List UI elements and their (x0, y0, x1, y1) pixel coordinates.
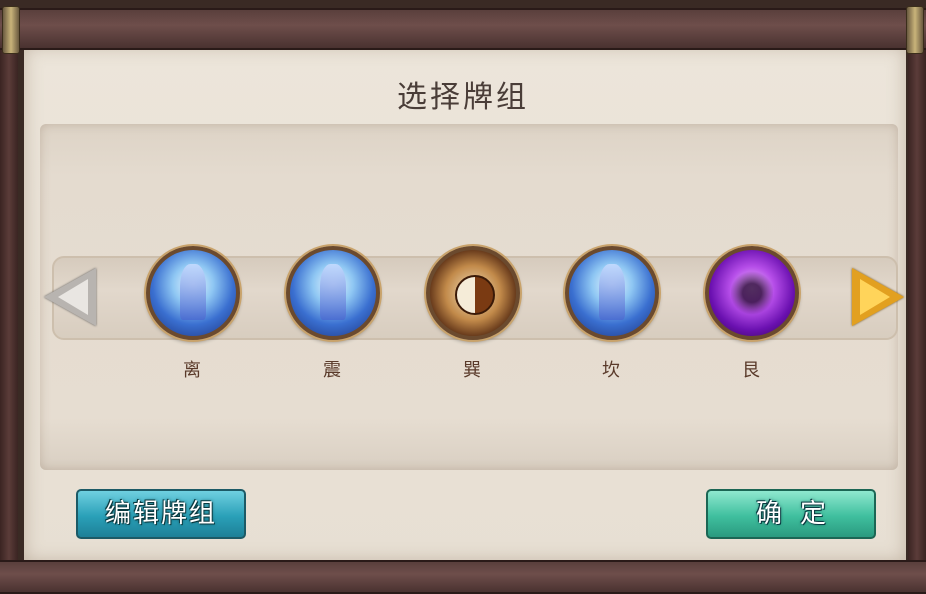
taiji-icon (426, 246, 520, 340)
scroll-left-post (0, 40, 18, 570)
roller-cap-left (2, 6, 20, 54)
deck-name: 巽 (463, 360, 481, 381)
deck-card[interactable]: 艮 (705, 246, 799, 382)
dialog-title: 选择牌组 (397, 80, 529, 115)
water-mountain-icon (146, 246, 240, 340)
deck-select-dialog: 选择牌组 离 震 巽 坎 艮 编辑牌组 确定 (0, 0, 926, 594)
deck-name: 艮 (742, 360, 760, 381)
scroll-top-roller (0, 8, 926, 50)
prev-arrow-icon[interactable] (44, 268, 96, 326)
roller-cap-right (906, 6, 924, 54)
deck-card[interactable]: 坎 (565, 246, 659, 382)
deck-card[interactable]: 震 (286, 246, 380, 382)
water-mountain-icon (565, 246, 659, 340)
scroll-right-post (908, 40, 926, 570)
deck-card[interactable]: 离 (146, 246, 240, 382)
deck-card[interactable]: 巽 (426, 246, 520, 382)
deck-name: 离 (183, 360, 201, 381)
water-mountain-icon (286, 246, 380, 340)
confirm-button[interactable]: 确定 (706, 489, 876, 539)
deck-name: 坎 (602, 360, 620, 381)
purple-spirit-icon (705, 246, 799, 340)
next-arrow-icon[interactable] (852, 268, 904, 326)
scroll-bottom-roller (0, 560, 926, 594)
deck-name: 震 (323, 360, 341, 381)
edit-deck-button[interactable]: 编辑牌组 (76, 489, 246, 539)
